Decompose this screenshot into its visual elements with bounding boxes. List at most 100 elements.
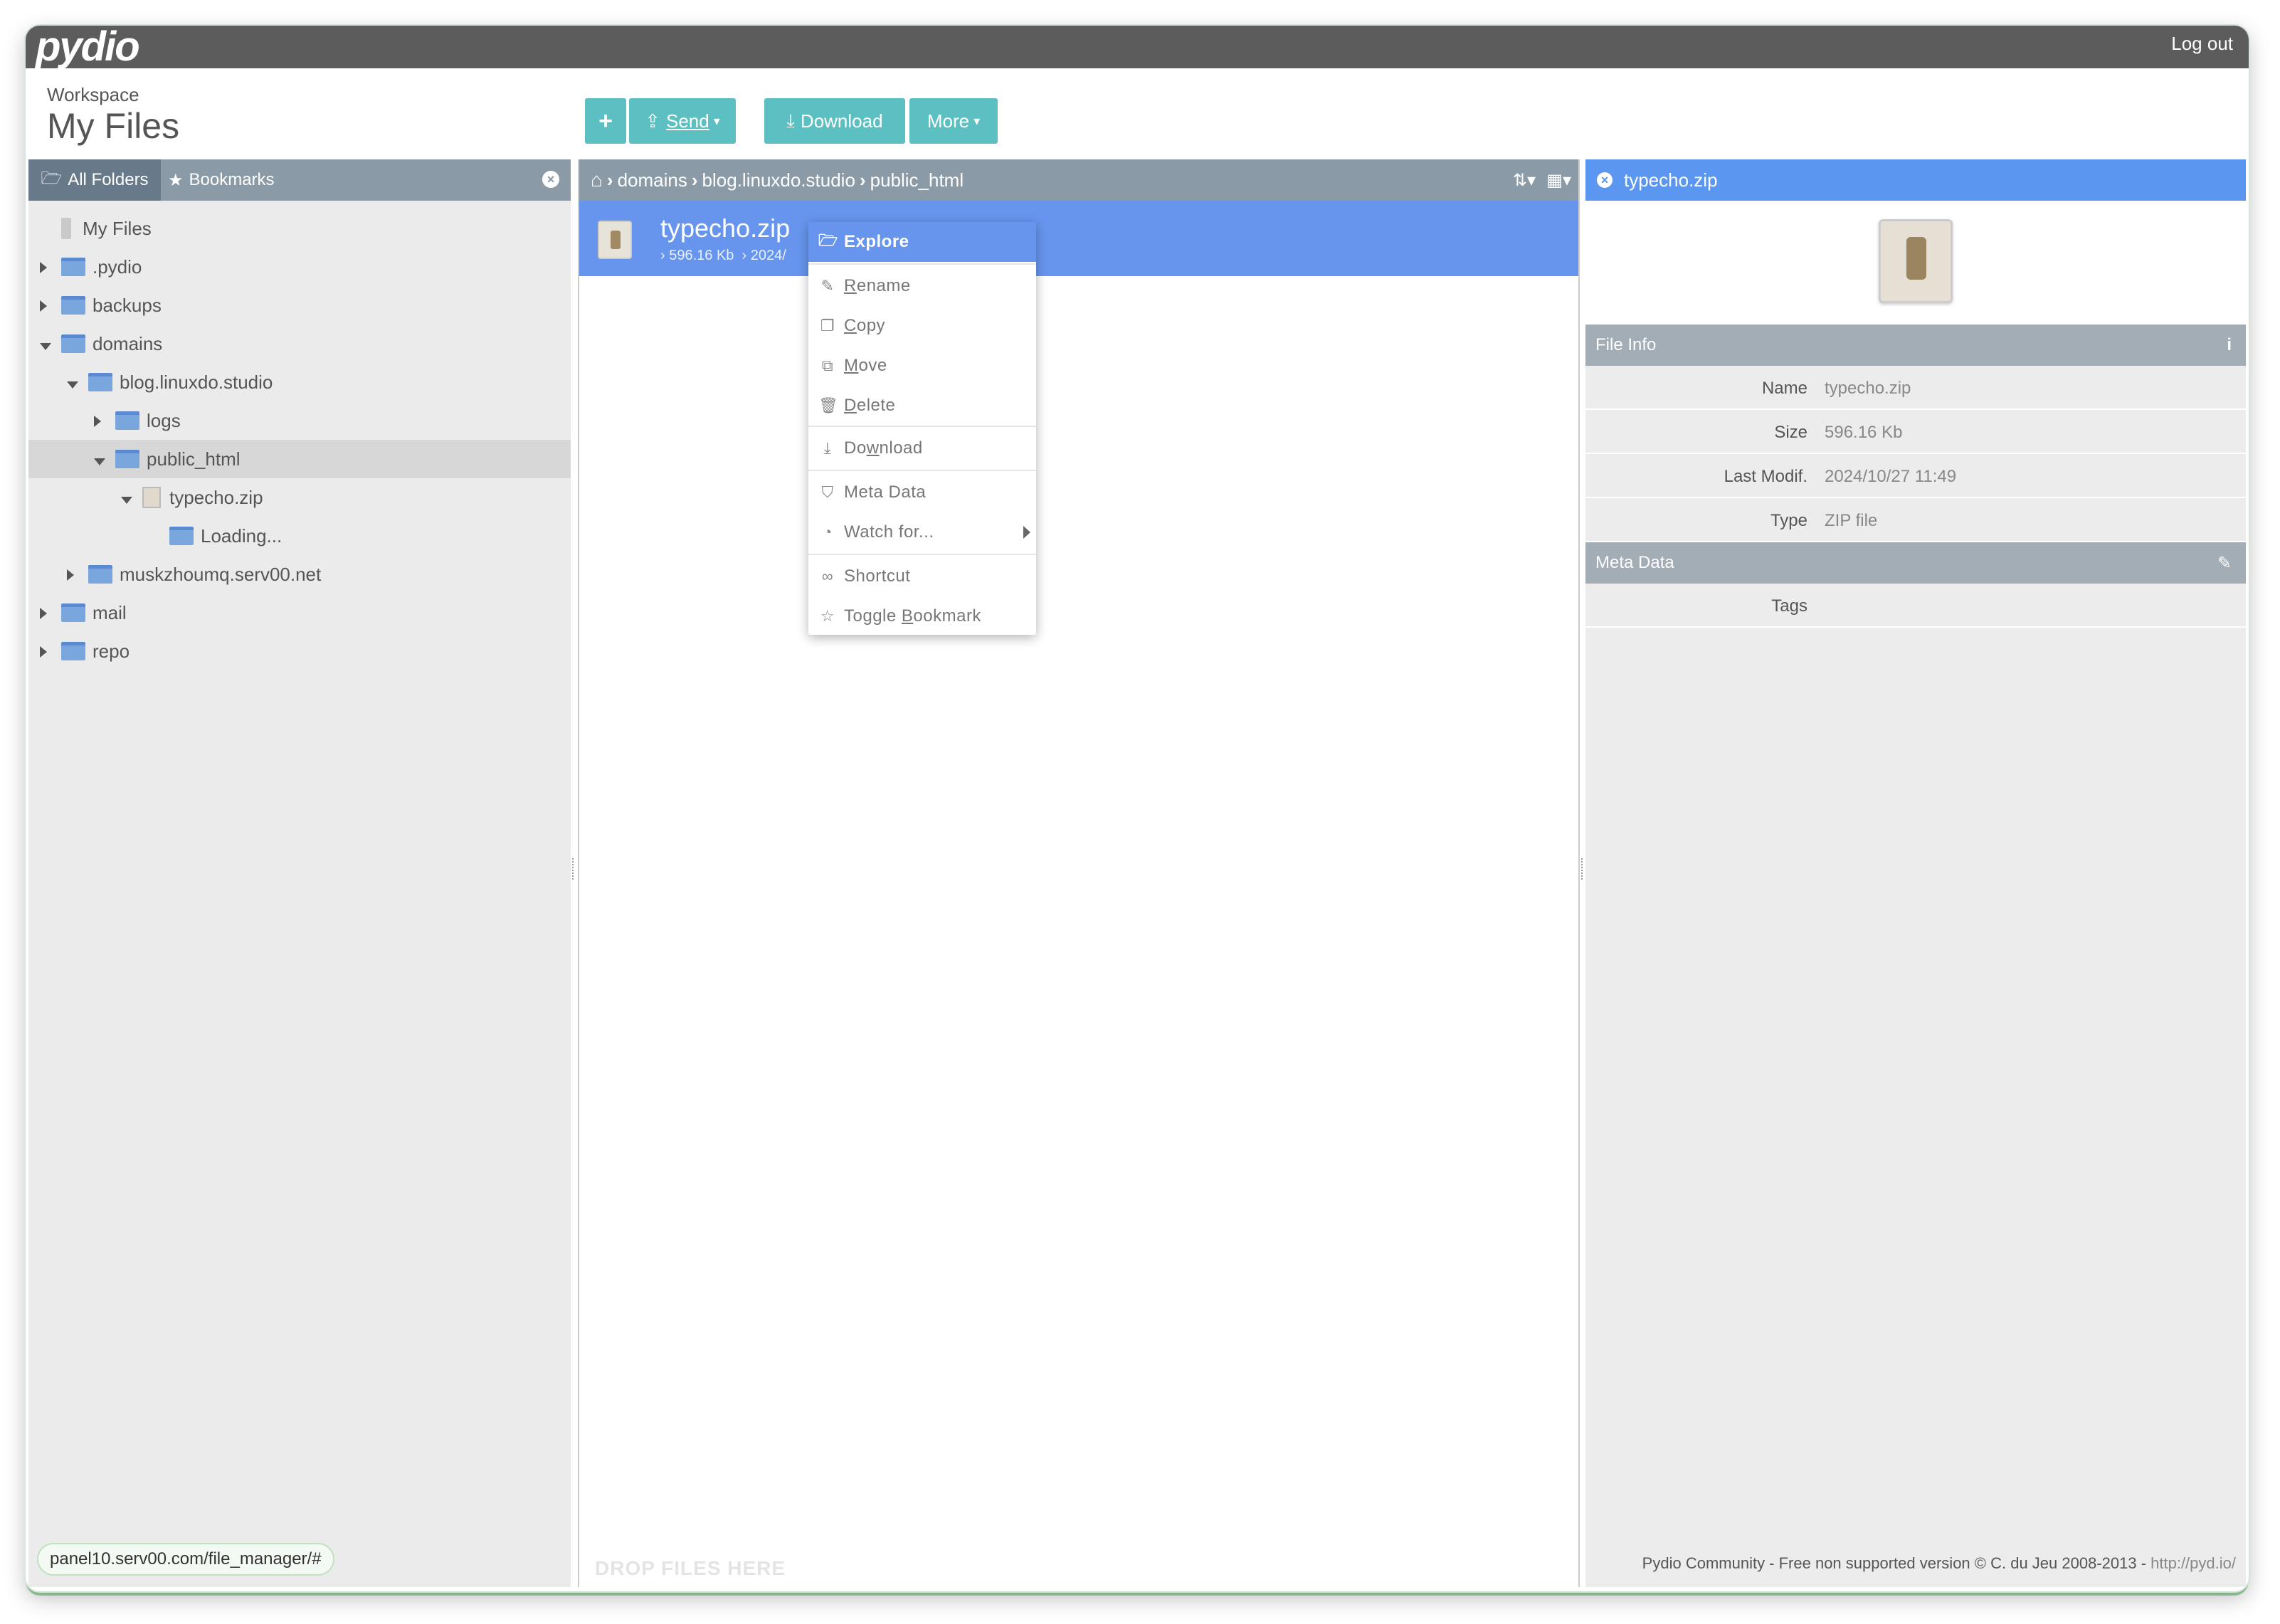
tree-item[interactable]: logs bbox=[28, 401, 571, 440]
menu-item-explore[interactable]: 🗁 Explore bbox=[808, 222, 1036, 262]
star-icon: ★ bbox=[168, 170, 184, 190]
menu-item-label: Copy bbox=[844, 316, 886, 335]
tree-item[interactable]: backups bbox=[28, 286, 571, 325]
edit-icon[interactable]: ✎ bbox=[2217, 553, 2232, 574]
home-icon[interactable]: ⌂ bbox=[591, 169, 603, 191]
caret-right-icon[interactable] bbox=[40, 602, 61, 624]
caret-down-icon[interactable] bbox=[94, 448, 115, 470]
info-panel-title: typecho.zip bbox=[1624, 169, 1718, 191]
chevron-right-icon: › bbox=[859, 169, 866, 191]
sort-icon[interactable]: ⇅▾ bbox=[1513, 170, 1536, 191]
view-mode-icon[interactable]: ▦▾ bbox=[1546, 170, 1571, 191]
caret-right-icon[interactable] bbox=[40, 295, 61, 317]
info-value: 596.16 Kb bbox=[1825, 423, 1903, 442]
breadcrumb-item[interactable]: domains bbox=[618, 169, 687, 191]
info-row: Last Modif. 2024/10/27 11:49 bbox=[1585, 454, 2246, 498]
tab-all-folders-label: All Folders bbox=[68, 170, 149, 189]
left-splitter-handle[interactable] bbox=[572, 858, 576, 880]
file-row-selected[interactable]: typecho.zip › 596.16 Kb › 2024/ bbox=[579, 201, 1578, 276]
menu-separator bbox=[808, 263, 1036, 265]
tree-item[interactable]: mail bbox=[28, 594, 571, 632]
folder-icon bbox=[61, 603, 85, 622]
tree-item[interactable]: repo bbox=[28, 632, 571, 670]
menu-item-copy[interactable]: ❐ Copy bbox=[808, 306, 1036, 346]
close-icon[interactable]: × bbox=[542, 171, 559, 188]
tree-item-label: .pydio bbox=[93, 255, 142, 278]
tree-item-label: repo bbox=[93, 640, 130, 662]
breadcrumb-item[interactable]: public_html bbox=[870, 169, 964, 191]
drop-files-hint: DROP FILES HERE bbox=[595, 1557, 786, 1579]
menu-separator bbox=[808, 554, 1036, 555]
caret-down-icon[interactable] bbox=[121, 487, 142, 509]
tree-item-label: muskzhoumq.serv00.net bbox=[120, 563, 322, 585]
menu-item-shortcut[interactable]: ∞ Shortcut bbox=[808, 557, 1036, 596]
info-panel-header: × typecho.zip bbox=[1585, 159, 2246, 201]
file-list-panel: ⌂ › domains › blog.linuxdo.studio › public_ht… bbox=[578, 159, 1580, 1587]
menu-item-delete[interactable]: 🗑 Delete bbox=[808, 386, 1036, 426]
file-info-title: File Info bbox=[1595, 335, 1657, 354]
menu-item-download[interactable]: ⤓ Download bbox=[808, 428, 1036, 468]
caret-down-icon[interactable] bbox=[67, 371, 88, 394]
footer-link[interactable]: http://pyd.io/ bbox=[2150, 1554, 2236, 1572]
menu-item-watch-for[interactable]: ◔ Watch for... bbox=[808, 512, 1036, 552]
tree-item[interactable]: blog.linuxdo.studio bbox=[28, 363, 571, 401]
logout-link[interactable]: Log out bbox=[2171, 33, 2233, 55]
info-panel: × typecho.zip File Info i Name typecho.zi… bbox=[1585, 159, 2246, 1587]
tab-bookmarks[interactable]: ★ Bookmarks bbox=[168, 159, 275, 201]
menu-item-label: Watch for... bbox=[844, 522, 934, 542]
info-key: Type bbox=[1770, 511, 1807, 530]
menu-item-meta-data[interactable]: ⛉ Meta Data bbox=[808, 473, 1036, 512]
tab-all-folders[interactable]: 🗁 All Folders bbox=[28, 159, 161, 201]
meta-data-title: Meta Data bbox=[1595, 553, 1674, 572]
tree-item[interactable]: muskzhoumq.serv00.net bbox=[28, 555, 571, 594]
caret-down-icon[interactable] bbox=[40, 333, 61, 355]
send-label: Send bbox=[666, 110, 709, 132]
file-date: 2024/ bbox=[750, 248, 786, 263]
chevron-right-icon: › bbox=[606, 169, 613, 191]
menu-item-label: Move bbox=[844, 356, 887, 375]
close-icon[interactable]: × bbox=[1597, 172, 1613, 188]
tree-item[interactable]: .pydio bbox=[28, 248, 571, 286]
folder-icon bbox=[61, 334, 85, 353]
tree-item[interactable]: public_html bbox=[28, 440, 571, 478]
app-window: pydio Log out Workspace My Files + ⇪ Sen… bbox=[26, 26, 2249, 1591]
caret-right-icon[interactable] bbox=[67, 564, 88, 586]
file-meta: › 596.16 Kb › 2024/ bbox=[660, 248, 786, 264]
star-icon: ☆ bbox=[820, 607, 835, 625]
menu-separator bbox=[808, 470, 1036, 471]
menu-item-label: Toggle Bookmark bbox=[844, 606, 981, 626]
move-icon: ⧉ bbox=[821, 357, 834, 374]
info-icon: i bbox=[2227, 335, 2232, 354]
info-key: Tags bbox=[1771, 596, 1807, 616]
folder-icon bbox=[115, 411, 139, 430]
tree-item[interactable]: typecho.zip bbox=[28, 478, 571, 517]
tree-item[interactable]: Loading... bbox=[28, 517, 571, 555]
folder-icon bbox=[61, 296, 85, 315]
menu-item-move[interactable]: ⧉ Move bbox=[808, 346, 1036, 386]
menu-item-label: Rename bbox=[844, 276, 911, 295]
tree-item[interactable]: My Files bbox=[28, 209, 571, 248]
download-icon: ⤓ bbox=[823, 439, 832, 457]
caret-right-icon[interactable] bbox=[94, 410, 115, 432]
tree-item[interactable]: domains bbox=[28, 325, 571, 363]
copy-icon: ❐ bbox=[820, 317, 835, 334]
info-value: typecho.zip bbox=[1825, 379, 1911, 398]
info-row: Name typecho.zip bbox=[1585, 366, 2246, 410]
chevron-down-icon: ▾ bbox=[973, 113, 981, 128]
folder-icon bbox=[61, 642, 85, 660]
menu-item-rename[interactable]: ✎ Rename bbox=[808, 266, 1036, 306]
meta-data-header: Meta Data ✎ bbox=[1585, 542, 2246, 584]
menu-item-label: Explore bbox=[844, 232, 909, 251]
more-button[interactable]: More ▾ bbox=[909, 98, 998, 144]
caret-right-icon[interactable] bbox=[40, 640, 61, 663]
add-button[interactable]: + bbox=[585, 98, 626, 144]
file-name: typecho.zip bbox=[660, 213, 791, 243]
caret-right-icon[interactable] bbox=[40, 256, 61, 278]
download-button[interactable]: ⤓ Download bbox=[764, 98, 905, 144]
info-value: 2024/10/27 11:49 bbox=[1825, 467, 1957, 486]
send-button[interactable]: ⇪ Send ▾ bbox=[629, 98, 736, 144]
workspace-title[interactable]: My Files bbox=[47, 105, 179, 147]
breadcrumb-item[interactable]: blog.linuxdo.studio bbox=[702, 169, 855, 191]
menu-item-toggle-bookmark[interactable]: ☆ Toggle Bookmark bbox=[808, 596, 1036, 636]
chevron-right-icon: › bbox=[660, 248, 670, 263]
